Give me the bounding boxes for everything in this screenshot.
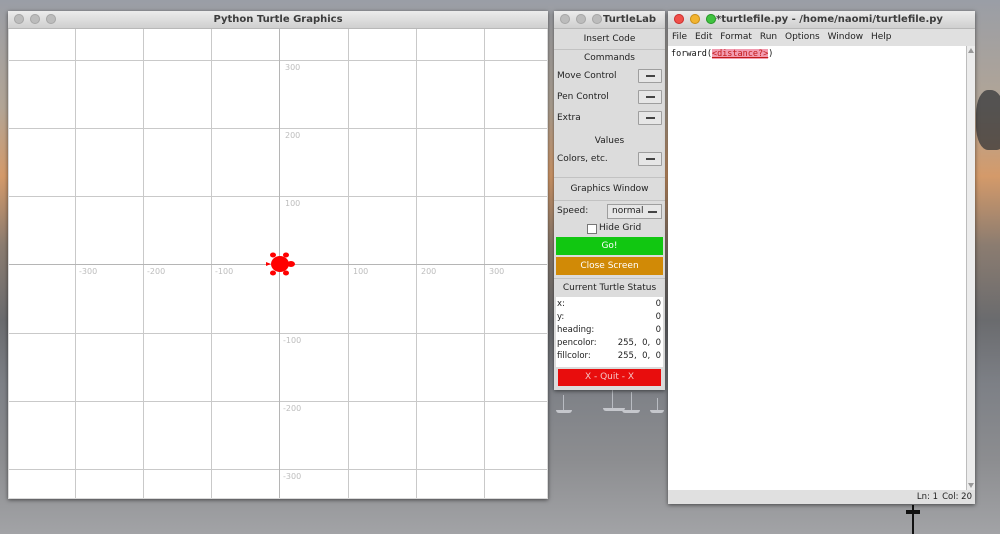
extra-dropdown[interactable]	[638, 111, 662, 125]
dropdown-bar-icon	[646, 96, 655, 98]
editor-scrollbar[interactable]	[966, 46, 975, 490]
close-screen-button[interactable]: Close Screen	[556, 257, 663, 275]
editor-titlebar[interactable]: *turtlefile.py - /home/naomi/turtlefile.…	[668, 11, 975, 42]
status-heading-row: heading: 0	[557, 324, 662, 336]
pen-control-dropdown[interactable]	[638, 90, 662, 104]
editor-statusbar: Ln: 1 Col: 20	[668, 491, 975, 504]
status-column: Col: 20	[942, 492, 972, 502]
tick-x-100: 100	[353, 267, 368, 276]
close-window-icon[interactable]	[674, 14, 684, 24]
status-fillcolor-label: fillcolor:	[557, 351, 591, 361]
code-suffix: )	[768, 49, 774, 59]
colors-dropdown[interactable]	[638, 152, 662, 166]
turtle-canvas[interactable]: -300 -200 -100 100 200 300 300 200 100 -…	[9, 29, 547, 498]
menu-window[interactable]: Window	[828, 32, 864, 42]
menu-edit[interactable]: Edit	[695, 32, 712, 42]
maximize-window-icon[interactable]	[706, 14, 716, 24]
status-fillcolor-value: 255, 0, 0	[617, 351, 661, 361]
move-control-label: Move Control	[557, 71, 617, 81]
close-window-icon[interactable]	[560, 14, 570, 24]
minimize-window-icon[interactable]	[30, 14, 40, 24]
status-fillcolor-row: fillcolor: 255, 0, 0	[557, 350, 662, 362]
turtlelab-titlebar[interactable]: TurtleLab	[554, 11, 665, 29]
status-y-label: y:	[557, 312, 565, 322]
maximize-window-icon[interactable]	[592, 14, 602, 24]
insert-code-button[interactable]: Insert Code	[554, 30, 665, 48]
tick-y-neg200: -200	[283, 404, 301, 413]
tick-y-300: 300	[285, 63, 300, 72]
close-window-icon[interactable]	[14, 14, 24, 24]
tick-x-neg200: -200	[147, 267, 165, 276]
turtle-status-panel: x: 0 y: 0 heading: 0 pencolor: 255, 0, 0…	[556, 297, 663, 367]
go-button[interactable]: Go!	[556, 237, 663, 255]
menu-run[interactable]: Run	[760, 32, 777, 42]
speed-value: normal	[612, 206, 644, 216]
turtle-graphics-window: Python Turtle Graphics -300 -200 -100 10…	[8, 11, 548, 499]
code-placeholder[interactable]: <distance?>	[711, 49, 769, 59]
dropdown-bar-icon	[648, 211, 657, 213]
scroll-up-icon[interactable]	[968, 48, 974, 53]
turtle-window-title: Python Turtle Graphics	[213, 14, 343, 25]
quit-button[interactable]: X - Quit - X	[558, 369, 661, 386]
dropdown-bar-icon	[646, 75, 655, 77]
tick-y-neg300: -300	[283, 472, 301, 481]
code-line: forward(<distance?>)	[671, 49, 773, 59]
speed-dropdown[interactable]: normal	[607, 204, 662, 219]
status-pencolor-row: pencolor: 255, 0, 0	[557, 337, 662, 349]
turtle-window-titlebar[interactable]: Python Turtle Graphics	[8, 11, 548, 29]
tick-y-200: 200	[285, 131, 300, 140]
code-editor[interactable]: forward(<distance?>)	[668, 46, 967, 490]
colors-label: Colors, etc.	[557, 154, 608, 164]
current-status-heading: Current Turtle Status	[562, 283, 657, 293]
maximize-window-icon[interactable]	[46, 14, 56, 24]
commands-heading: Commands	[584, 53, 635, 63]
tick-x-300: 300	[489, 267, 504, 276]
status-y-row: y: 0	[557, 311, 662, 323]
dropdown-bar-icon	[646, 158, 655, 160]
menu-format[interactable]: Format	[720, 32, 752, 42]
menu-options[interactable]: Options	[785, 32, 820, 42]
hide-grid-label: Hide Grid	[599, 223, 642, 233]
move-control-dropdown[interactable]	[638, 69, 662, 83]
values-heading: Values	[594, 136, 625, 146]
minimize-window-icon[interactable]	[690, 14, 700, 24]
tick-x-neg100: -100	[215, 267, 233, 276]
scroll-down-icon[interactable]	[968, 483, 974, 488]
turtlelab-window: TurtleLab Insert Code Commands Move Cont…	[554, 11, 665, 390]
status-line: Ln: 1	[916, 492, 938, 502]
dropdown-bar-icon	[646, 117, 655, 119]
turtle-grid: -300 -200 -100 100 200 300 300 200 100 -…	[9, 29, 547, 498]
status-y-value: 0	[655, 312, 661, 322]
extra-label: Extra	[557, 113, 581, 123]
turtle-icon	[266, 252, 295, 276]
menu-help[interactable]: Help	[871, 32, 892, 42]
minimize-window-icon[interactable]	[576, 14, 586, 24]
hide-grid-checkbox[interactable]	[587, 224, 597, 234]
status-pencolor-label: pencolor:	[557, 338, 597, 348]
code-prefix: forward(	[671, 49, 712, 59]
status-x-label: x:	[557, 299, 565, 309]
status-pencolor-value: 255, 0, 0	[617, 338, 661, 348]
speed-label: Speed:	[557, 206, 589, 216]
graphics-window-button[interactable]: Graphics Window	[554, 180, 665, 198]
menu-file[interactable]: File	[672, 32, 687, 42]
tick-y-neg100: -100	[283, 336, 301, 345]
tick-y-100: 100	[285, 199, 300, 208]
tick-x-neg300: -300	[79, 267, 97, 276]
pen-control-label: Pen Control	[557, 92, 609, 102]
status-x-value: 0	[655, 299, 661, 309]
editor-window: *turtlefile.py - /home/naomi/turtlefile.…	[668, 11, 975, 504]
editor-menubar: File Edit Format Run Options Window Help	[668, 29, 975, 45]
status-heading-value: 0	[655, 325, 661, 335]
status-heading-label: heading:	[557, 325, 595, 335]
tick-x-200: 200	[421, 267, 436, 276]
status-x-row: x: 0	[557, 298, 662, 310]
